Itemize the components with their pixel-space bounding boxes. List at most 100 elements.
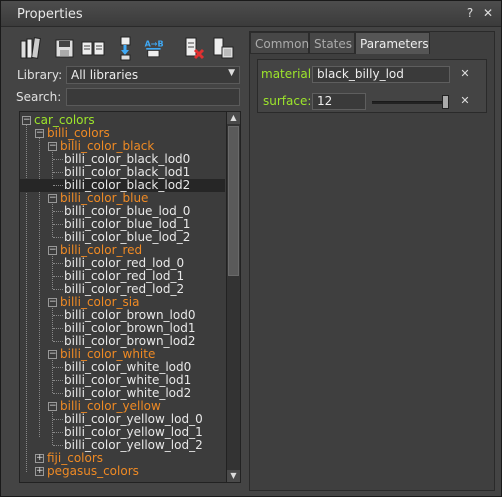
save-icon[interactable] <box>53 35 77 61</box>
collapse-icon[interactable]: − <box>48 142 57 151</box>
tree-connector <box>53 263 63 264</box>
tree-item-label: billi_color_red_lod_2 <box>64 282 185 296</box>
scroll-up-icon[interactable]: ▲ <box>227 112 240 124</box>
scroll-down-icon[interactable]: ▼ <box>227 470 240 482</box>
tree-connector <box>53 172 63 173</box>
delete-icon[interactable] <box>183 35 207 61</box>
tree-leaf[interactable]: billi_color_black_lod0 <box>20 153 225 166</box>
collapse-icon[interactable]: − <box>48 298 57 307</box>
tree-node[interactable]: − billi_color_yellow <box>20 400 225 413</box>
tree-leaf[interactable]: billi_color_yellow_lod_1 <box>20 426 225 439</box>
tree-item-label: pegasus_colors <box>47 464 139 478</box>
search-input[interactable] <box>66 88 240 106</box>
tree-item-label: billi_color_blue <box>60 191 149 205</box>
surface-slider[interactable] <box>372 101 448 104</box>
collapse-icon[interactable]: − <box>48 350 57 359</box>
open-book-icon[interactable] <box>81 35 105 61</box>
tab-parameters[interactable]: Parameters <box>355 32 430 54</box>
tree-connector <box>53 289 63 290</box>
tree-leaf[interactable]: billi_color_white_lod2 <box>20 387 225 400</box>
tree-item-label: billi_color_black_lod0 <box>64 152 191 166</box>
tree-connector <box>53 380 63 381</box>
tree-item-label: billi_color_blue_lod_0 <box>64 204 191 218</box>
tree-item-label: fiji_colors <box>47 451 104 465</box>
tree-node[interactable]: − billi_color_blue <box>20 192 225 205</box>
tree-leaf[interactable]: billi_color_yellow_lod_0 <box>20 413 225 426</box>
tree-leaf[interactable]: billi_color_blue_lod_1 <box>20 218 225 231</box>
tree-leaf[interactable]: billi_color_white_lod1 <box>20 374 225 387</box>
tree-scrollbar[interactable]: ▲ ▼ <box>226 112 240 482</box>
tree-leaf[interactable]: billi_color_blue_lod_0 <box>20 205 225 218</box>
toolbar: A→B <box>19 35 245 63</box>
tree-item-label: billi_color_white_lod2 <box>64 386 192 400</box>
tree-item-label: billi_color_black_lod2 <box>64 178 191 192</box>
tree-item-label: billi_color_yellow_lod_1 <box>64 425 203 439</box>
tree-leaf[interactable]: billi_color_white_lod0 <box>20 361 225 374</box>
import-icon[interactable] <box>115 35 139 61</box>
collapse-icon[interactable]: − <box>22 116 31 125</box>
title-bar[interactable]: Properties ? ✕ <box>1 1 501 27</box>
tree-node[interactable]: − billi_color_white <box>20 348 225 361</box>
rename-icon-label: A→B <box>145 39 164 48</box>
window-title: Properties <box>17 7 83 22</box>
tree-leaf[interactable]: billi_color_red_lod_0 <box>20 257 225 270</box>
tree-node[interactable]: + fiji_colors <box>20 452 225 465</box>
tab-common[interactable]: Common <box>250 32 309 54</box>
tree-item-label: billi_color_white_lod1 <box>64 373 192 387</box>
tree-item-label: billi_color_white <box>60 347 156 361</box>
tree-node[interactable]: − billi_color_red <box>20 244 225 257</box>
tree-item-label: billi_color_blue_lod_1 <box>64 217 191 231</box>
tree-node[interactable]: − billi_color_black <box>20 140 225 153</box>
properties-panel: Common States Parameters material: black… <box>249 31 495 491</box>
tree-connector <box>53 185 63 186</box>
surface-slider-handle[interactable] <box>442 95 449 109</box>
tree-leaf[interactable]: billi_color_brown_lod0 <box>20 309 225 322</box>
close-button[interactable]: ✕ <box>481 6 495 20</box>
tree-item-label: billi_color_red <box>60 243 143 257</box>
tree-leaf[interactable]: billi_color_yellow_lod_2 <box>20 439 225 452</box>
tab-bar: Common States Parameters <box>250 32 494 54</box>
tree-item-label: billi_color_yellow_lod_0 <box>64 412 203 426</box>
tree-item-label: billi_color_brown_lod0 <box>64 308 196 322</box>
tree-connector <box>53 328 63 329</box>
collapse-icon[interactable]: − <box>35 129 44 138</box>
tree-node[interactable]: − billi_color_sia <box>20 296 225 309</box>
tab-states[interactable]: States <box>309 32 355 54</box>
tree-node[interactable]: − billi_colors <box>20 127 225 140</box>
tree-connector <box>53 432 63 433</box>
expand-icon[interactable]: + <box>35 467 44 476</box>
tree-leaf[interactable]: billi_color_brown_lod2 <box>20 335 225 348</box>
tree-node[interactable]: − car_colors <box>20 114 225 127</box>
material-field[interactable]: black_billy_lod <box>312 66 450 83</box>
rename-icon[interactable]: A→B <box>143 35 173 61</box>
collapse-icon[interactable]: − <box>48 194 57 203</box>
library-label: Library: <box>17 68 63 82</box>
search-label: Search: <box>16 90 62 104</box>
properties-window: Properties ? ✕ A→B Library: All librarie… <box>0 0 502 497</box>
tree-item-label: billi_color_yellow_lod_2 <box>64 438 203 452</box>
tree-leaf[interactable]: billi_color_red_lod_2 <box>20 283 225 296</box>
library-tree[interactable]: + pegasus_colors + fiji_colors billi_color_y… <box>19 111 241 483</box>
tree-leaf[interactable]: billi_color_black_lod2 <box>20 179 225 192</box>
scroll-thumb[interactable] <box>228 126 239 276</box>
tree-connector <box>53 393 63 394</box>
copy-icon[interactable] <box>211 35 235 61</box>
material-label: material: <box>261 67 316 81</box>
library-select[interactable]: All libraries ▼ <box>66 66 240 84</box>
surface-field[interactable]: 12 <box>312 93 366 110</box>
tree-leaf[interactable]: billi_color_red_lod_1 <box>20 270 225 283</box>
clear-material-icon[interactable]: ✕ <box>459 68 471 80</box>
library-panel: A→B Library: All libraries ▼ Search: + pe… <box>9 31 245 491</box>
tree-node[interactable]: + pegasus_colors <box>20 465 225 478</box>
tree-leaf[interactable]: billi_color_blue_lod_2 <box>20 231 225 244</box>
expand-icon[interactable]: + <box>35 454 44 463</box>
parameters-group: material: black_billy_lod ✕ surface: 12 … <box>257 59 487 113</box>
tree-leaf[interactable]: billi_color_brown_lod1 <box>20 322 225 335</box>
help-button[interactable]: ? <box>463 6 477 20</box>
clear-surface-icon[interactable]: ✕ <box>459 95 471 107</box>
tree-leaf[interactable]: billi_color_black_lod1 <box>20 166 225 179</box>
collapse-icon[interactable]: − <box>48 246 57 255</box>
library-books-icon[interactable] <box>19 35 43 61</box>
tree-item-label: billi_color_black <box>60 139 155 153</box>
collapse-icon[interactable]: − <box>48 402 57 411</box>
